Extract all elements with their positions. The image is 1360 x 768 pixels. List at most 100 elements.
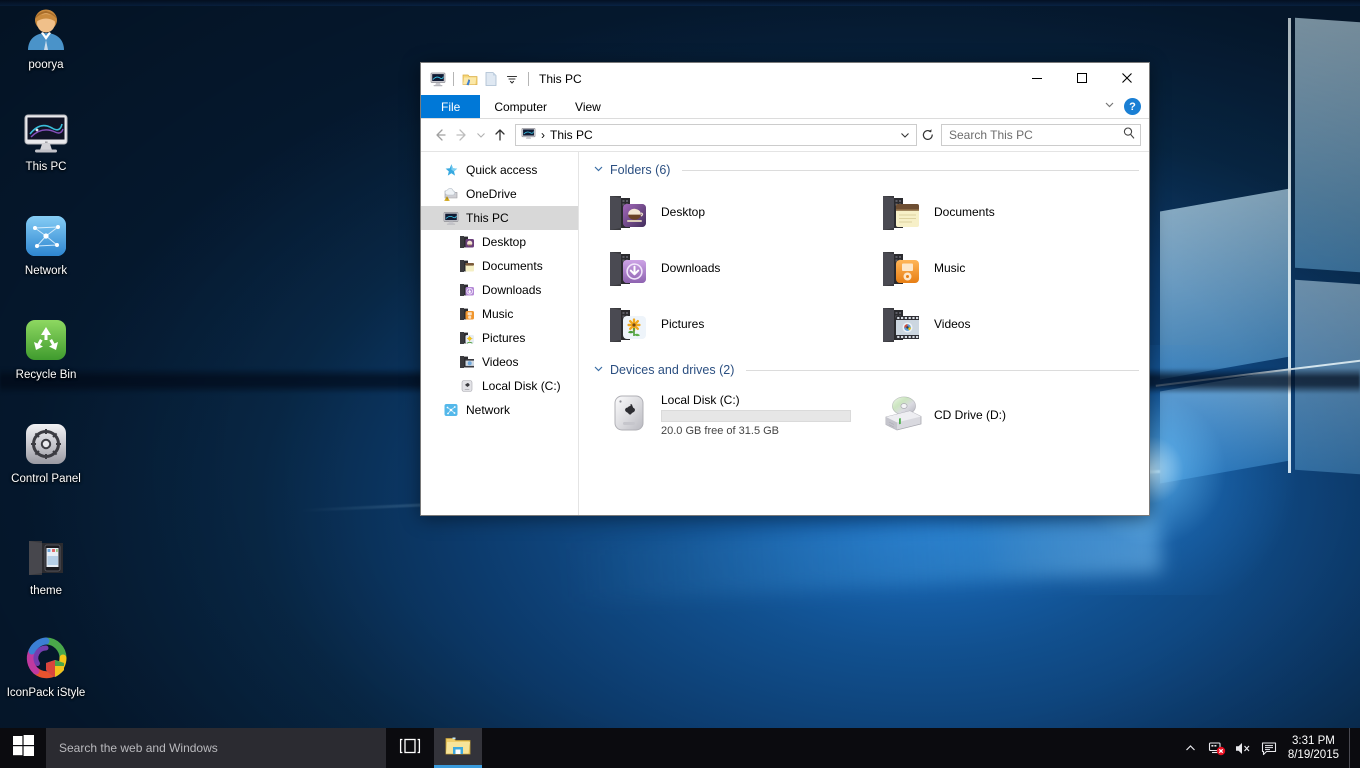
window-title: This PC [539,72,582,86]
group-rule [746,369,1139,371]
iconpack-swirl-icon [22,634,70,682]
action-center-icon[interactable] [1256,728,1282,768]
folders-group-title: Folders (6) [610,163,671,177]
sidebar-item-downloads[interactable]: Downloads [421,278,578,302]
window-controls [1014,63,1149,95]
folder-pictures-icon [459,330,475,346]
recent-locations-button[interactable] [473,124,489,146]
drive-tile-local-disk[interactable]: Local Disk (C:) 20.0 GB free of 31.5 GB [593,384,866,446]
task-view-button[interactable] [386,728,434,768]
network-icon [443,402,459,418]
sidebar-item-desktop[interactable]: Desktop [421,230,578,254]
customize-dropdown-icon[interactable] [503,71,520,88]
folder-documents-icon [459,258,475,274]
network-icon [22,212,70,260]
taskbar: Search the web and Windows 3:31 PM 8/19/… [0,728,1360,768]
chevron-down-icon[interactable] [593,363,604,377]
tab-file[interactable]: File [421,95,481,118]
volume-muted-icon[interactable] [1230,728,1256,768]
back-button[interactable] [429,124,451,146]
drive-usage-bar [661,410,851,422]
drives-group-title: Devices and drives (2) [610,363,735,377]
chevron-down-icon[interactable] [593,163,604,177]
forward-button[interactable] [451,124,473,146]
search-input[interactable]: Search This PC [941,124,1141,146]
sidebar-item-local-disk[interactable]: Local Disk (C:) [421,374,578,398]
help-button[interactable]: ? [1124,98,1141,115]
window-titlebar: This PC [421,63,1149,95]
chevron-down-icon[interactable] [1103,98,1116,116]
folder-tile-pictures[interactable]: Pictures [593,296,866,352]
folder-videos-icon [880,302,924,346]
clock-date: 8/19/2015 [1287,749,1339,761]
folder-tile-label: Pictures [661,317,705,331]
refresh-button[interactable] [917,124,939,146]
file-explorer-taskbar-button[interactable] [434,728,482,768]
title-separator [528,72,529,86]
folder-downloads-icon [607,246,651,290]
folder-properties-icon[interactable] [461,71,478,88]
folder-tile-music[interactable]: Music [866,240,1139,296]
search-placeholder: Search This PC [949,128,1033,142]
sidebar-item-onedrive[interactable]: OneDrive [421,182,578,206]
breadcrumb-item-this-pc[interactable]: This PC [550,128,593,142]
task-view-icon [399,737,421,760]
desktop-icon-network[interactable]: Network [0,212,92,278]
folder-tile-downloads[interactable]: Downloads [593,240,866,296]
sidebar-item-videos[interactable]: Videos [421,350,578,374]
desktop-icon-iconpack-istyle[interactable]: IconPack iStyle [0,634,92,700]
close-button[interactable] [1104,63,1149,93]
folder-tile-videos[interactable]: Videos [866,296,1139,352]
drive-tile-cd-drive[interactable]: CD Drive (D:) [866,384,1139,446]
this-pc-icon[interactable] [429,71,446,88]
desktop-icon-control-panel[interactable]: Control Panel [0,420,92,486]
tab-computer[interactable]: Computer [480,95,561,118]
folder-music-icon [880,246,924,290]
system-tray: 3:31 PM 8/19/2015 [1178,728,1360,768]
sidebar-item-network[interactable]: Network [421,398,578,422]
sidebar-item-label: Local Disk (C:) [482,379,561,393]
taskbar-clock[interactable]: 3:31 PM 8/19/2015 [1282,728,1349,768]
file-explorer-window: This PC File Computer View ? › This PC S… [420,62,1150,516]
desktop-icon-recycle-bin[interactable]: Recycle Bin [0,316,92,382]
up-button[interactable] [489,124,511,146]
new-document-icon[interactable] [482,71,499,88]
onedrive-icon [443,186,459,202]
desktop-icon-theme[interactable]: theme [0,532,92,598]
desktop-icon-this-pc[interactable]: This PC [0,108,92,174]
folders-group-header[interactable]: Folders (6) [593,160,1139,180]
sidebar-item-documents[interactable]: Documents [421,254,578,278]
folder-downloads-icon [459,282,475,298]
sidebar-item-label: Network [466,403,511,417]
breadcrumb: › This PC [521,126,593,144]
start-button[interactable] [0,728,46,768]
navigation-pane: Quick access OneDrive This PC Desktop Do… [421,152,579,515]
folder-tile-label: Downloads [661,261,721,275]
search-icon [1122,126,1136,145]
folder-tile-label: Documents [934,205,995,219]
address-bar-input[interactable]: › This PC [515,124,917,146]
folder-desktop-icon [607,190,651,234]
sidebar-item-quick-access[interactable]: Quick access [421,158,578,182]
this-pc-icon [521,126,536,144]
tab-view[interactable]: View [561,95,615,118]
network-disconnected-icon[interactable] [1204,728,1230,768]
maximize-button[interactable] [1059,63,1104,93]
folder-tile-desktop[interactable]: Desktop [593,184,866,240]
taskbar-search-box[interactable]: Search the web and Windows [46,728,386,768]
sidebar-item-pictures[interactable]: Pictures [421,326,578,350]
sidebar-item-this-pc[interactable]: This PC [421,206,578,230]
drives-group-header[interactable]: Devices and drives (2) [593,360,1139,380]
sidebar-item-label: Quick access [466,163,538,177]
show-hidden-icons-chevron[interactable] [1178,728,1204,768]
folder-tile-documents[interactable]: Documents [866,184,1139,240]
show-desktop-button[interactable] [1349,728,1356,768]
navigation-bar: › This PC Search This PC [421,119,1149,151]
minimize-button[interactable] [1014,63,1059,93]
address-dropdown-button[interactable] [896,129,914,141]
sidebar-item-label: Pictures [482,331,526,345]
desktop-icon-poorya[interactable]: poorya [0,6,92,72]
drive-info: Local Disk (C:) 20.0 GB free of 31.5 GB [661,393,851,437]
desktop-icon-label: Control Panel [11,473,81,485]
sidebar-item-music[interactable]: Music [421,302,578,326]
